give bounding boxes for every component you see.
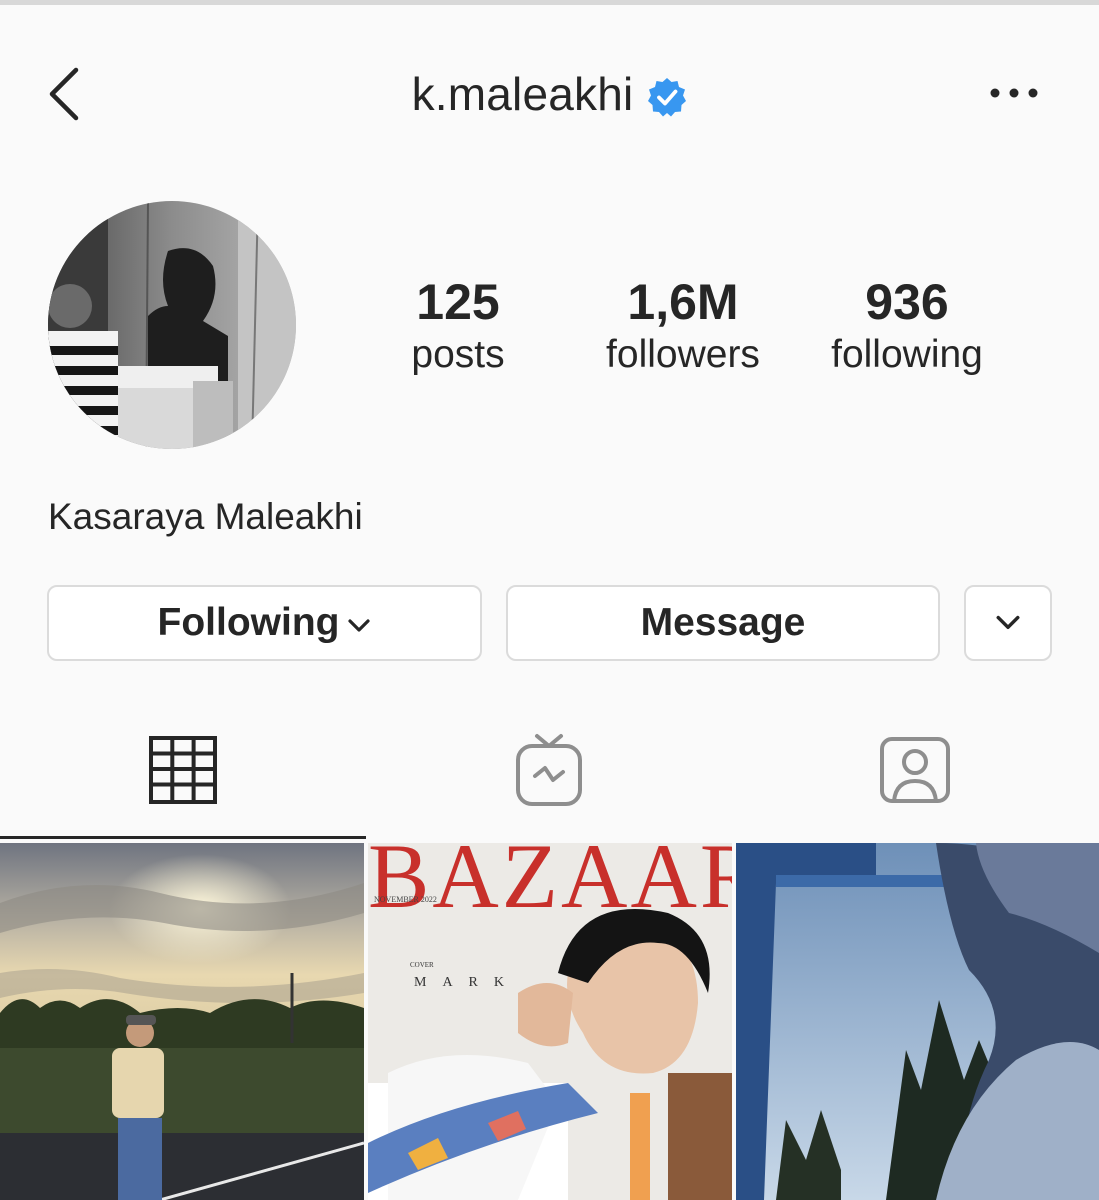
tagged-person-icon (880, 737, 950, 803)
post-thumbnail-3[interactable] (736, 843, 1099, 1200)
tab-tagged[interactable] (732, 700, 1098, 840)
magazine-cover-name: MARK (414, 975, 521, 990)
grid-icon (149, 736, 217, 804)
following-count-value: 936 (865, 274, 949, 330)
following-count[interactable]: 936 following (816, 272, 998, 378)
message-button-label: Message (640, 601, 806, 644)
posts-count-label: posts (411, 333, 505, 376)
posts-count-value: 125 (416, 274, 500, 330)
post-thumbnail-2[interactable]: BAZAAR NOVEMBER 2022 COVER MARK (368, 843, 732, 1200)
chevron-down-icon (348, 619, 371, 632)
igtv-icon (516, 734, 582, 806)
following-button[interactable]: Following (47, 585, 482, 661)
post-image (0, 843, 364, 1200)
followers-count[interactable]: 1,6M followers (588, 272, 778, 378)
header-title: k.maleakhi (0, 62, 1099, 126)
following-button-label: Following (157, 601, 340, 644)
tab-posts-grid[interactable] (0, 700, 366, 840)
avatar-image (48, 201, 296, 449)
chevron-down-icon (996, 615, 1020, 630)
message-button[interactable]: Message (506, 585, 940, 661)
status-divider (0, 0, 1099, 5)
tab-igtv[interactable] (366, 700, 732, 840)
profile-avatar[interactable] (48, 201, 296, 449)
suggested-accounts-button[interactable] (964, 585, 1052, 661)
following-count-label: following (831, 333, 983, 376)
active-tab-indicator (0, 836, 366, 839)
magazine-masthead: BAZAAR (368, 843, 732, 927)
post-thumbnail-1[interactable] (0, 843, 364, 1200)
followers-count-label: followers (606, 333, 760, 376)
chevron-left-icon (49, 67, 79, 121)
followers-count-value: 1,6M (627, 274, 739, 330)
more-horizontal-icon (990, 88, 1038, 98)
magazine-cover-label: COVER (410, 961, 434, 969)
profile-full-name: Kasaraya Maleakhi (48, 496, 363, 537)
back-button[interactable] (44, 64, 88, 124)
magazine-issue-date: NOVEMBER 2022 (374, 895, 437, 904)
verified-badge-icon (648, 78, 687, 117)
posts-count[interactable]: 125 posts (388, 272, 528, 378)
username-title: k.maleakhi (411, 68, 634, 120)
more-options-button[interactable] (984, 76, 1044, 110)
post-image (736, 843, 1099, 1200)
